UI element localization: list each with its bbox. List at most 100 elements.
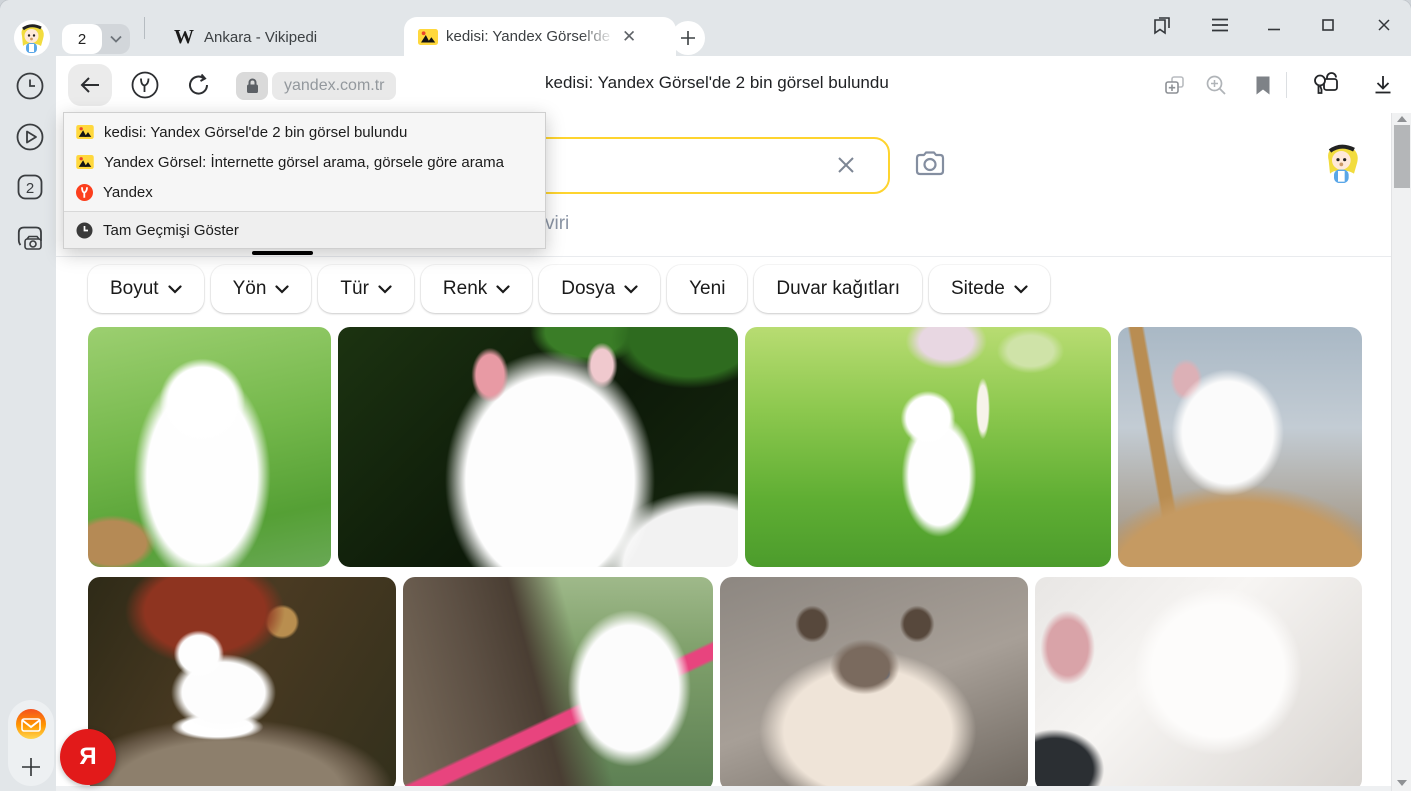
tab-wikipedia[interactable]: W Ankara - Vikipedi <box>160 18 331 56</box>
filter-yon[interactable]: Yön <box>211 265 312 313</box>
wikipedia-favicon-icon: W <box>174 26 194 49</box>
nav-divider <box>56 256 1391 257</box>
history-clock-icon <box>76 222 93 239</box>
maximize-icon <box>1320 17 1336 33</box>
chevron-down-icon <box>496 285 510 294</box>
visual-search-button[interactable] <box>910 144 950 184</box>
scroll-up-arrow[interactable] <box>1397 116 1407 122</box>
close-tab-icon[interactable]: ✕ <box>622 27 636 47</box>
profile-avatar[interactable] <box>14 20 50 56</box>
history-menu-item[interactable]: Yandex Görsel: İnternette görsel arama, … <box>64 147 545 177</box>
bookmark-page-button[interactable] <box>1248 70 1278 100</box>
bookmark-icon <box>1255 75 1271 96</box>
add-tab-to-group-button[interactable] <box>1160 70 1190 100</box>
filter-dosya[interactable]: Dosya <box>539 265 660 313</box>
svg-text:2: 2 <box>26 180 34 197</box>
chevron-down-icon <box>275 285 289 294</box>
address-bar[interactable]: yandex.com.tr <box>272 72 396 100</box>
play-icon <box>15 122 45 152</box>
page-title: kedisi: Yandex Görsel'de 2 bin görsel bu… <box>545 73 889 93</box>
tabs-panel-button[interactable]: 2 <box>14 171 46 203</box>
image-result[interactable] <box>338 327 738 567</box>
downloads-button[interactable] <box>1368 70 1398 100</box>
back-button[interactable] <box>68 64 112 106</box>
history-menu-item[interactable]: Yandex <box>64 177 545 207</box>
plus-icon <box>680 30 696 46</box>
close-window-button[interactable] <box>1370 14 1398 36</box>
tabs-plus-icon <box>1163 73 1187 97</box>
lock-icon <box>246 78 259 94</box>
screenshot-tool-button[interactable] <box>14 221 46 253</box>
key-card-icon <box>1310 70 1340 100</box>
image-result[interactable] <box>88 577 396 791</box>
side-panel: 2 <box>0 56 56 791</box>
zoom-page-button[interactable] <box>1201 70 1231 100</box>
url-text: yandex.com.tr <box>284 77 384 95</box>
chevron-down-icon <box>378 285 392 294</box>
filter-boyut[interactable]: Boyut <box>88 265 204 313</box>
chevron-down-icon[interactable] <box>102 24 130 54</box>
user-avatar[interactable] <box>1318 139 1366 187</box>
tab-count-square-icon: 2 <box>15 172 45 202</box>
filter-duvar-kagitlari[interactable]: Duvar kağıtları <box>754 265 922 313</box>
site-security-badge[interactable] <box>236 72 268 100</box>
image-result[interactable] <box>88 327 331 567</box>
minimize-icon <box>1266 17 1282 33</box>
filter-sitede[interactable]: Sitede <box>929 265 1050 313</box>
image-result[interactable] <box>1035 577 1362 791</box>
active-nav-underline <box>252 251 313 255</box>
browser-menu-button[interactable] <box>1206 14 1234 36</box>
toolbar-separator <box>1286 72 1287 98</box>
tab-active-yandex-images[interactable]: kedisi: Yandex Görsel'de ✕ <box>404 17 676 56</box>
minimize-button[interactable] <box>1260 14 1288 36</box>
tab-title: kedisi: Yandex Görsel'de <box>446 28 614 45</box>
yandex-mail-icon[interactable] <box>15 708 47 740</box>
clear-x-icon <box>835 154 857 176</box>
image-result[interactable] <box>1118 327 1362 567</box>
tab-bar: 2 W Ankara - Vikipedi kedisi: Yandex Gör… <box>0 0 1411 56</box>
show-full-history-item[interactable]: Tam Geçmişi Göster <box>64 211 545 248</box>
reload-button[interactable] <box>184 70 214 100</box>
chevron-down-icon <box>1014 285 1028 294</box>
window-bottom-edge <box>56 786 1391 791</box>
screenshot-camera-icon <box>14 221 46 253</box>
clear-search-button[interactable] <box>832 151 860 179</box>
tab-counter[interactable]: 2 <box>62 24 102 54</box>
yandex-fab-button[interactable]: Я <box>60 729 116 785</box>
tab-separator <box>144 17 145 39</box>
filter-bar: Boyut Yön Tür Renk Dosya Yeni Duvar kağı… <box>88 265 1050 313</box>
yandex-images-favicon-icon <box>76 155 94 169</box>
scrollbar-thumb[interactable] <box>1394 125 1410 188</box>
protect-passwords-button[interactable] <box>1308 68 1342 102</box>
chevron-down-icon <box>624 285 638 294</box>
filter-renk[interactable]: Renk <box>421 265 532 313</box>
media-panel-button[interactable] <box>14 121 46 153</box>
add-app-button[interactable] <box>20 756 42 778</box>
image-result[interactable] <box>745 327 1111 567</box>
filter-tur[interactable]: Tür <box>318 265 414 313</box>
collections-button[interactable] <box>1148 14 1176 36</box>
download-icon <box>1372 74 1394 96</box>
image-result[interactable] <box>720 577 1028 791</box>
history-panel-button[interactable] <box>14 70 46 102</box>
tab-group-pill[interactable]: 2 <box>62 24 130 54</box>
bookmarks-icon <box>1151 14 1173 36</box>
new-tab-button[interactable] <box>671 21 705 55</box>
nav-tab-partial-ceviri[interactable]: viri <box>545 213 569 235</box>
sidebar-apps-group <box>8 700 54 786</box>
yandex-y-icon <box>131 71 159 99</box>
scroll-down-arrow[interactable] <box>1397 780 1407 786</box>
browser-window: 2 W Ankara - Vikipedi kedisi: Yandex Gör… <box>0 0 1411 791</box>
yandex-home-button[interactable] <box>130 70 160 100</box>
scrollbar[interactable] <box>1391 113 1411 791</box>
clock-icon <box>15 71 45 101</box>
navigation-toolbar: yandex.com.tr kedisi: Yandex Görsel'de 2… <box>56 56 1411 113</box>
magnifier-plus-icon <box>1204 73 1228 97</box>
image-result[interactable] <box>403 577 713 791</box>
tab-title: Ankara - Vikipedi <box>204 29 317 46</box>
yandex-images-favicon-icon <box>76 125 94 139</box>
filter-yeni[interactable]: Yeni <box>667 265 747 313</box>
history-menu-item[interactable]: kedisi: Yandex Görsel'de 2 bin görsel bu… <box>64 117 545 147</box>
maximize-button[interactable] <box>1314 14 1342 36</box>
back-arrow-icon <box>79 76 101 94</box>
